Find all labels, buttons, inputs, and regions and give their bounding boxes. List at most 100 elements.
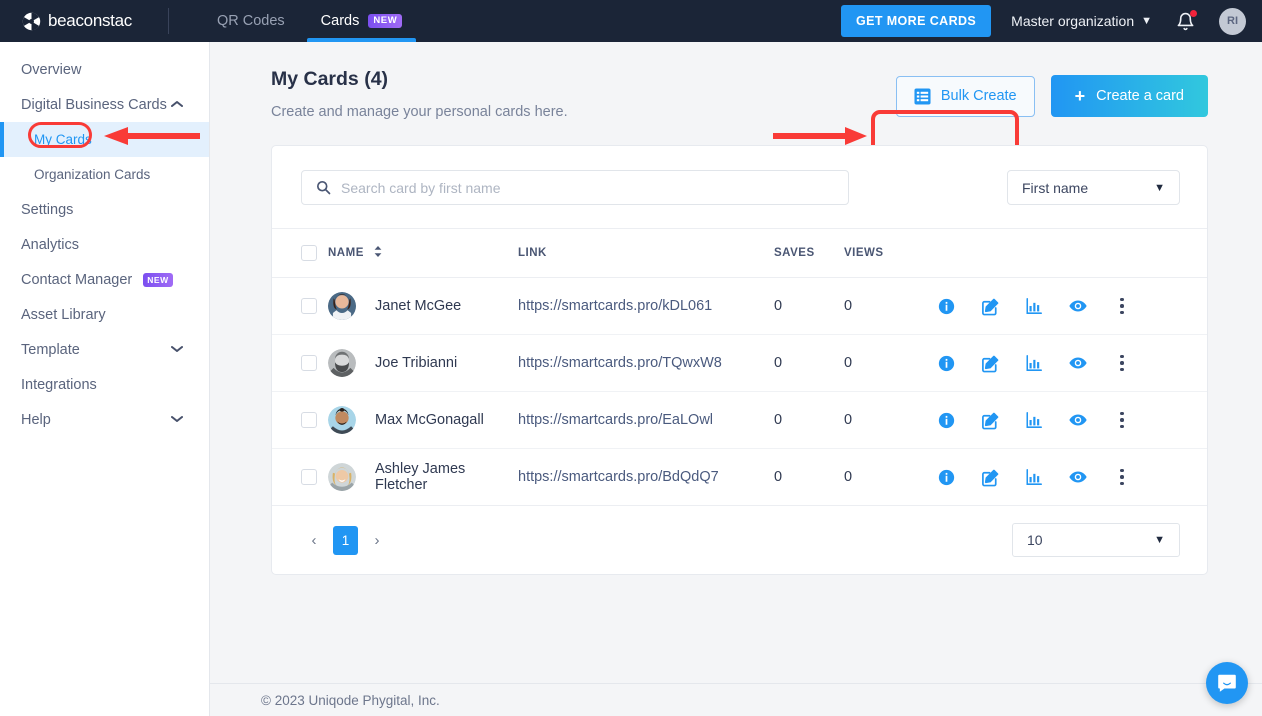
sidebar-item-help[interactable]: Help — [0, 402, 209, 437]
edit-icon[interactable] — [968, 468, 1012, 487]
row-select-cell — [272, 334, 328, 392]
sidebar-item-organization-cards-label: Organization Cards — [34, 167, 151, 182]
row-link[interactable]: https://smartcards.pro/kDL061 — [518, 298, 712, 314]
chat-widget-button[interactable] — [1206, 662, 1248, 704]
select-all-checkbox[interactable] — [301, 245, 317, 261]
sidebar-item-asset-library[interactable]: Asset Library — [0, 297, 209, 332]
row-link[interactable]: https://smartcards.pro/BdQdQ7 — [518, 469, 719, 485]
pagination-prev-button[interactable]: ‹ — [301, 527, 327, 553]
row-name: Janet McGee — [375, 298, 462, 314]
row-saves: 0 — [774, 412, 783, 428]
column-header-name[interactable]: NAME — [328, 228, 518, 278]
row-checkbox[interactable] — [301, 469, 317, 485]
row-actions-cell — [924, 391, 1207, 449]
brand-logo-area[interactable]: beaconstac — [22, 11, 132, 31]
row-saves-cell: 0 — [774, 391, 844, 449]
create-a-card-button[interactable]: + Create a card — [1050, 75, 1208, 117]
notifications-button[interactable] — [1176, 9, 1197, 32]
preview-eye-icon[interactable] — [1056, 410, 1100, 430]
bulk-create-button[interactable]: Bulk Create — [895, 75, 1035, 117]
chevron-down-icon: ▼ — [1154, 181, 1165, 194]
bulk-list-icon — [914, 87, 931, 105]
more-options-icon[interactable] — [1100, 351, 1144, 376]
row-checkbox[interactable] — [301, 355, 317, 371]
user-avatar[interactable]: RI — [1219, 7, 1246, 35]
sidebar-item-help-label: Help — [21, 411, 51, 428]
row-link-cell: https://smartcards.pro/kDL061 — [518, 277, 774, 335]
row-views-cell: 0 — [844, 391, 924, 449]
row-name-cell: Max McGonagall — [328, 391, 518, 449]
row-saves: 0 — [774, 298, 783, 314]
info-icon[interactable] — [924, 469, 968, 486]
select-all-header — [272, 228, 328, 278]
cards-table-body: Janet McGee https://smartcards.pro/kDL06… — [272, 277, 1207, 506]
analytics-icon[interactable] — [1012, 354, 1056, 372]
panel-toolbar: First name ▼ — [272, 146, 1207, 228]
beaconstac-logo-icon — [22, 12, 41, 30]
sidebar-item-contact-manager[interactable]: Contact Manager NEW — [0, 262, 209, 297]
sidebar-item-integrations[interactable]: Integrations — [0, 367, 209, 402]
sidebar-item-digital-business-cards[interactable]: Digital Business Cards — [0, 87, 209, 122]
analytics-icon[interactable] — [1012, 411, 1056, 429]
sidebar-item-asset-library-label: Asset Library — [21, 306, 106, 323]
table-row[interactable]: Joe Tribianni https://smartcards.pro/TQw… — [272, 334, 1207, 392]
edit-icon[interactable] — [968, 297, 1012, 316]
more-options-icon[interactable] — [1100, 465, 1144, 490]
search-box[interactable] — [301, 170, 849, 205]
row-checkbox[interactable] — [301, 412, 317, 428]
row-select-cell — [272, 448, 328, 506]
sort-icon — [374, 246, 382, 260]
table-row[interactable]: Max McGonagall https://smartcards.pro/Ea… — [272, 391, 1207, 449]
column-header-views-label: VIEWS — [844, 247, 884, 259]
sidebar-item-settings[interactable]: Settings — [0, 192, 209, 227]
row-link[interactable]: https://smartcards.pro/EaLOwl — [518, 412, 713, 428]
sidebar-item-analytics[interactable]: Analytics — [0, 227, 209, 262]
sidebar-item-template-label: Template — [21, 341, 80, 358]
organization-label: Master organization — [1011, 13, 1135, 29]
info-icon[interactable] — [924, 298, 968, 315]
row-views: 0 — [844, 298, 853, 314]
row-actions-cell — [924, 334, 1207, 392]
info-icon[interactable] — [924, 355, 968, 372]
table-row[interactable]: Ashley James Fletcher https://smartcards… — [272, 448, 1207, 506]
sidebar-item-template[interactable]: Template — [0, 332, 209, 367]
pagination-page-1[interactable]: 1 — [333, 525, 358, 555]
row-name-cell: Joe Tribianni — [328, 334, 518, 392]
sort-field-value: First name — [1022, 179, 1089, 196]
table-row[interactable]: Janet McGee https://smartcards.pro/kDL06… — [272, 277, 1207, 335]
rows-per-page-value: 10 — [1027, 532, 1043, 548]
edit-icon[interactable] — [968, 411, 1012, 430]
footer: © 2023 Uniqode Phygital, Inc. — [210, 683, 1262, 716]
row-link[interactable]: https://smartcards.pro/TQwxW8 — [518, 355, 722, 371]
table-header-row: NAME LINK SAVES VIEWS — [272, 228, 1207, 278]
edit-icon[interactable] — [968, 354, 1012, 373]
get-more-cards-button[interactable]: GET MORE CARDS — [840, 5, 992, 37]
pagination-next-button[interactable]: › — [364, 527, 390, 553]
row-views: 0 — [844, 412, 853, 428]
analytics-icon[interactable] — [1012, 297, 1056, 315]
search-input[interactable] — [341, 179, 821, 196]
avatar — [328, 292, 356, 320]
organization-selector[interactable]: Master organization ▼ — [1011, 13, 1152, 29]
tab-qr-codes[interactable]: QR Codes — [199, 0, 303, 42]
search-icon — [316, 180, 331, 195]
analytics-icon[interactable] — [1012, 468, 1056, 486]
rows-per-page-select[interactable]: 10 ▼ — [1012, 523, 1180, 557]
row-views-cell: 0 — [844, 334, 924, 392]
preview-eye-icon[interactable] — [1056, 296, 1100, 316]
sort-field-select[interactable]: First name ▼ — [1007, 170, 1180, 205]
sidebar-item-organization-cards[interactable]: Organization Cards — [0, 157, 209, 192]
sidebar-item-contact-manager-label: Contact Manager — [21, 271, 133, 288]
sidebar-item-overview[interactable]: Overview — [0, 52, 209, 87]
tab-cards[interactable]: Cards NEW — [303, 0, 421, 42]
row-name-cell: Janet McGee — [328, 277, 518, 335]
column-header-actions — [924, 228, 1207, 278]
row-link-cell: https://smartcards.pro/TQwxW8 — [518, 334, 774, 392]
more-options-icon[interactable] — [1100, 408, 1144, 433]
sidebar-item-my-cards[interactable]: My Cards — [0, 122, 209, 157]
row-checkbox[interactable] — [301, 298, 317, 314]
info-icon[interactable] — [924, 412, 968, 429]
more-options-icon[interactable] — [1100, 294, 1144, 319]
preview-eye-icon[interactable] — [1056, 467, 1100, 487]
preview-eye-icon[interactable] — [1056, 353, 1100, 373]
